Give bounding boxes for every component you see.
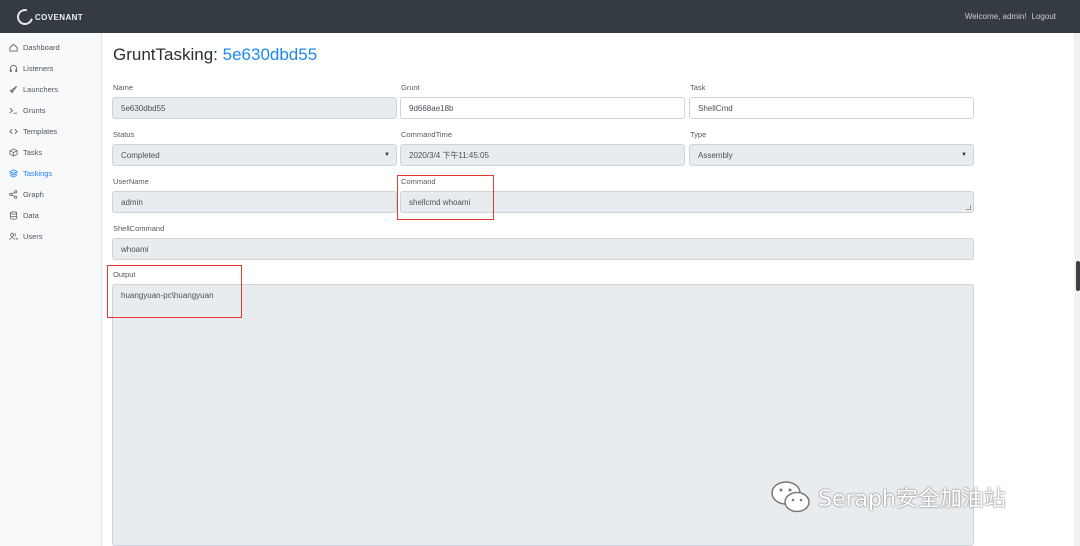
- sidebar-item-dashboard[interactable]: Dashboard: [8, 40, 60, 54]
- code-icon: [8, 126, 18, 136]
- welcome-user-link[interactable]: Welcome, admin!: [965, 12, 1027, 21]
- shell-command-field[interactable]: whoami: [112, 238, 974, 260]
- username-label: UserName: [113, 177, 149, 186]
- layers-icon: [8, 168, 18, 178]
- sidebar-item-taskings[interactable]: Taskings: [8, 166, 52, 180]
- sidebar-item-label: Data: [23, 210, 39, 220]
- name-value: 5e630dbd55: [121, 103, 166, 113]
- top-navbar: COVENANT Welcome, admin! Logout: [0, 0, 1080, 33]
- username-value: admin: [121, 197, 143, 207]
- sidebar-item-data[interactable]: Data: [8, 208, 39, 222]
- sidebar-item-tasks[interactable]: Tasks: [8, 145, 42, 159]
- shell-command-value: whoami: [121, 244, 149, 254]
- task-value: ShellCmd: [698, 103, 733, 113]
- command-time-value: 2020/3/4 下午11:45:05: [409, 150, 489, 160]
- sidebar-item-label: Listeners: [23, 63, 54, 73]
- grunt-field[interactable]: 9d668ae18b: [400, 97, 685, 119]
- sidebar-item-graph[interactable]: Graph: [8, 187, 44, 201]
- command-time-field[interactable]: 2020/3/4 下午11:45:05: [400, 144, 685, 166]
- headphones-icon: [8, 63, 18, 73]
- sidebar-item-label: Users: [23, 231, 43, 241]
- command-time-label: CommandTime: [401, 130, 452, 139]
- task-field[interactable]: ShellCmd: [689, 97, 974, 119]
- sidebar-item-listeners[interactable]: Listeners: [8, 61, 53, 75]
- main-content: GruntTasking: 5e630dbd55 Name 5e630dbd55…: [102, 33, 1080, 546]
- users-icon: [8, 231, 18, 241]
- name-label: Name: [113, 83, 134, 92]
- rocket-icon: [8, 84, 18, 94]
- dashboard-icon: [8, 42, 18, 52]
- sidebar-item-label: Tasks: [23, 147, 43, 157]
- sidebar: Dashboard Listeners Launchers Grunts Tem…: [0, 33, 102, 546]
- brand-name: COVENANT: [35, 12, 84, 22]
- type-select[interactable]: Assembly ▼: [689, 144, 974, 166]
- sidebar-item-label: Grunts: [23, 105, 46, 115]
- type-value: Assembly: [698, 150, 733, 160]
- name-field[interactable]: 5e630dbd55: [112, 97, 397, 119]
- sidebar-item-label: Taskings: [23, 168, 53, 178]
- type-label: Type: [690, 130, 707, 139]
- output-highlight-box: [107, 265, 242, 318]
- watermark: Seraph安全加油站: [770, 478, 1006, 516]
- page-title-text: GruntTasking:: [113, 45, 218, 64]
- username-field[interactable]: admin: [112, 191, 397, 213]
- grunt-value: 9d668ae18b: [409, 103, 454, 113]
- status-label: Status: [113, 130, 135, 139]
- command-highlight-box: [397, 175, 494, 220]
- logout-link[interactable]: Logout: [1032, 12, 1056, 21]
- status-select[interactable]: Completed ▼: [112, 144, 397, 166]
- sidebar-item-launchers[interactable]: Launchers: [8, 82, 58, 96]
- sidebar-item-label: Dashboard: [23, 42, 60, 52]
- share-icon: [8, 189, 18, 199]
- covenant-logo-icon: [14, 6, 36, 28]
- watermark-text: Seraph安全加油站: [818, 487, 1006, 512]
- sidebar-item-label: Graph: [23, 189, 44, 199]
- terminal-icon: [8, 105, 18, 115]
- page-title: GruntTasking: 5e630dbd55: [113, 45, 317, 65]
- scrollbar-thumb[interactable]: [1076, 261, 1080, 291]
- caret-down-icon: ▼: [961, 152, 967, 158]
- caret-down-icon: ▼: [384, 152, 390, 158]
- sidebar-item-templates[interactable]: Templates: [8, 124, 57, 138]
- task-label: Task: [690, 83, 706, 92]
- grunt-label: Grunt: [401, 83, 420, 92]
- database-icon: [8, 210, 18, 220]
- covenant-logo[interactable]: COVENANT: [14, 6, 84, 28]
- box-icon: [8, 147, 18, 157]
- wechat-icon: [771, 481, 810, 513]
- sidebar-item-label: Launchers: [23, 84, 59, 94]
- shell-command-label: ShellCommand: [113, 224, 165, 233]
- page-title-id: 5e630dbd55: [222, 45, 318, 64]
- status-value: Completed: [121, 150, 160, 160]
- sidebar-item-label: Templates: [23, 126, 58, 136]
- sidebar-item-users[interactable]: Users: [8, 229, 43, 243]
- resize-handle-icon[interactable]: [966, 205, 971, 210]
- page-scrollbar[interactable]: [1074, 33, 1080, 546]
- sidebar-item-grunts[interactable]: Grunts: [8, 103, 46, 117]
